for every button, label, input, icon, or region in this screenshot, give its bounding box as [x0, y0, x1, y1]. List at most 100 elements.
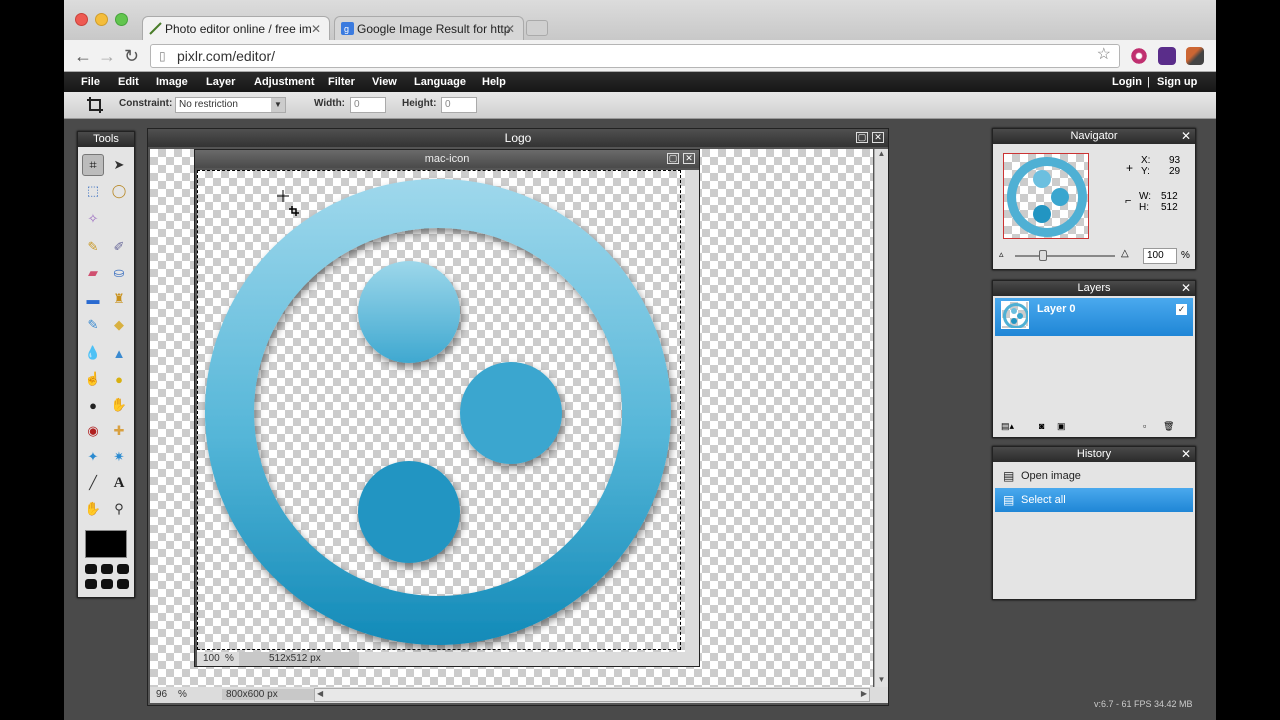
scroll-up-icon[interactable]: ▲ [875, 149, 888, 161]
scroll-right-icon[interactable]: ▶ [861, 689, 867, 698]
chevron-down-icon[interactable]: ▼ [271, 98, 285, 112]
bookmark-star-icon[interactable]: ☆ [1097, 44, 1111, 66]
menu-image[interactable]: Image [156, 76, 188, 88]
scroll-down-icon[interactable]: ▼ [875, 675, 888, 687]
document-titlebar[interactable]: mac-icon ▢ ✕ [195, 150, 699, 168]
panel-title: Navigator [1070, 130, 1118, 142]
layer-settings-icon[interactable]: ▤▴ [1001, 421, 1014, 432]
pencil-icon[interactable]: ✎ [82, 236, 104, 258]
maximize-icon[interactable]: ▢ [667, 153, 679, 164]
layers-footer: ▤▴ ◙ ▣ ▫ 🗑 [995, 421, 1193, 435]
zoom-window-icon[interactable] [115, 13, 128, 26]
menu-filter[interactable]: Filter [328, 76, 355, 88]
maximize-icon[interactable]: ▢ [856, 132, 868, 143]
menu-view[interactable]: View [372, 76, 397, 88]
gradient-icon[interactable]: ▬ [82, 288, 104, 310]
sponge-icon[interactable]: ● [108, 368, 130, 390]
foreground-color-swatch[interactable] [85, 530, 127, 558]
width-input[interactable]: 0 [350, 97, 386, 113]
close-icon[interactable]: ✕ [1181, 129, 1191, 144]
signup-link[interactable]: Sign up [1157, 76, 1197, 88]
lasso-icon[interactable]: ◯ [108, 180, 130, 202]
new-layer-icon[interactable]: ▫ [1143, 421, 1146, 431]
picker-icon[interactable]: ╱ [82, 472, 104, 494]
stamp-icon[interactable]: ♜ [108, 288, 130, 310]
close-icon[interactable]: ✕ [1181, 281, 1191, 296]
tab-close-icon[interactable]: ✕ [311, 17, 321, 40]
zoom-in-icon[interactable]: △ [1121, 248, 1129, 259]
zoom-value[interactable]: 100 [203, 653, 220, 664]
bloat-icon[interactable]: ✦ [82, 446, 104, 468]
w-label: W: [1139, 191, 1152, 202]
redeye-icon[interactable]: ◉ [82, 420, 104, 442]
dodge-icon[interactable]: ● [82, 394, 104, 416]
reload-icon[interactable]: ↻ [124, 45, 139, 67]
menu-help[interactable]: Help [482, 76, 506, 88]
history-item-selected[interactable]: ▤ Select all [995, 488, 1193, 512]
forward-icon[interactable]: → [98, 45, 116, 67]
zoom-value[interactable]: 96 [156, 689, 167, 700]
brush-icon[interactable]: ✐ [108, 236, 130, 258]
menu-edit[interactable]: Edit [118, 76, 139, 88]
marquee-icon[interactable]: ⬚ [82, 180, 104, 202]
close-icon[interactable]: ✕ [872, 132, 884, 143]
zoom-out-icon[interactable]: ▵ [999, 249, 1004, 260]
zoom-icon[interactable]: ⚲ [108, 498, 130, 520]
delete-layer-icon[interactable]: 🗑 [1163, 421, 1174, 432]
login-link[interactable]: Login [1112, 76, 1142, 88]
new-tab-button[interactable] [526, 20, 548, 36]
blur-icon[interactable]: 💧 [82, 342, 104, 364]
navigator-thumbnail[interactable] [1003, 153, 1089, 239]
canvas-mac-icon[interactable] [197, 170, 685, 652]
layer-mask-icon[interactable]: ◙ [1039, 421, 1044, 431]
color-replace-icon[interactable]: ✎ [82, 314, 104, 336]
layer-row[interactable]: Layer 0 ✓ [995, 298, 1193, 336]
extension-tool-icon[interactable] [1186, 47, 1204, 65]
close-icon[interactable]: ✕ [1181, 447, 1191, 462]
back-icon[interactable]: ← [74, 45, 92, 67]
height-input[interactable]: 0 [441, 97, 477, 113]
close-icon[interactable]: ✕ [683, 153, 695, 164]
layer-style-icon[interactable]: ▣ [1057, 421, 1066, 432]
zoom-slider-thumb[interactable] [1039, 250, 1047, 261]
scroll-left-icon[interactable]: ◀ [317, 689, 323, 698]
panel-title: History [1076, 448, 1112, 460]
document-titlebar[interactable]: Logo ▢ ✕ [148, 129, 888, 147]
menu-adjustment[interactable]: Adjustment [254, 76, 315, 88]
tab-pixlr[interactable]: Photo editor online / free im ✕ [142, 16, 330, 40]
history-item[interactable]: ▤ Open image [995, 464, 1193, 488]
svg-text:g: g [344, 24, 349, 34]
color-presets[interactable] [85, 564, 129, 592]
smudge-icon[interactable]: ☝ [82, 368, 104, 390]
bucket-icon[interactable]: ⛀ [108, 262, 130, 284]
constraint-select[interactable]: No restriction ▼ [175, 97, 286, 113]
crop-icon[interactable]: ⌗ [82, 154, 104, 176]
pinch-icon[interactable]: ✷ [108, 446, 130, 468]
text-icon[interactable]: A [108, 472, 130, 494]
extension-flower-icon[interactable] [1130, 47, 1148, 65]
burn-icon[interactable]: ✋ [108, 394, 130, 416]
eraser-icon[interactable]: ▰ [82, 262, 104, 284]
minimize-window-icon[interactable] [95, 13, 108, 26]
menu-language[interactable]: Language [414, 76, 466, 88]
vertical-scrollbar[interactable]: ▲ ▼ [874, 149, 888, 687]
menu-file[interactable]: File [81, 76, 100, 88]
tab-close-icon[interactable]: ✕ [505, 17, 515, 40]
spot-heal-icon[interactable]: ✚ [108, 420, 130, 442]
tab-google[interactable]: g Google Image Result for http ✕ [334, 16, 524, 40]
constraint-label: Constraint: [119, 98, 173, 109]
move-icon[interactable]: ➤ [108, 154, 130, 176]
close-window-icon[interactable] [75, 13, 88, 26]
vertical-scrollbar[interactable] [685, 170, 699, 652]
hand-icon[interactable]: ✋ [82, 498, 104, 520]
wand-icon[interactable]: ✧ [82, 208, 104, 230]
zoom-input[interactable]: 100 [1143, 248, 1177, 264]
layer-visibility-checkbox[interactable]: ✓ [1176, 304, 1187, 315]
extension-purple-icon[interactable] [1158, 47, 1176, 65]
zoom-slider[interactable] [1015, 250, 1115, 261]
horizontal-scrollbar[interactable]: ◀ ▶ [314, 688, 870, 702]
sharpen-icon[interactable]: ▲ [108, 342, 130, 364]
menu-layer[interactable]: Layer [206, 76, 235, 88]
drawing-icon[interactable]: ◆ [108, 314, 130, 336]
url-input[interactable]: ▯ pixlr.com/editor/ ☆ [150, 44, 1120, 68]
